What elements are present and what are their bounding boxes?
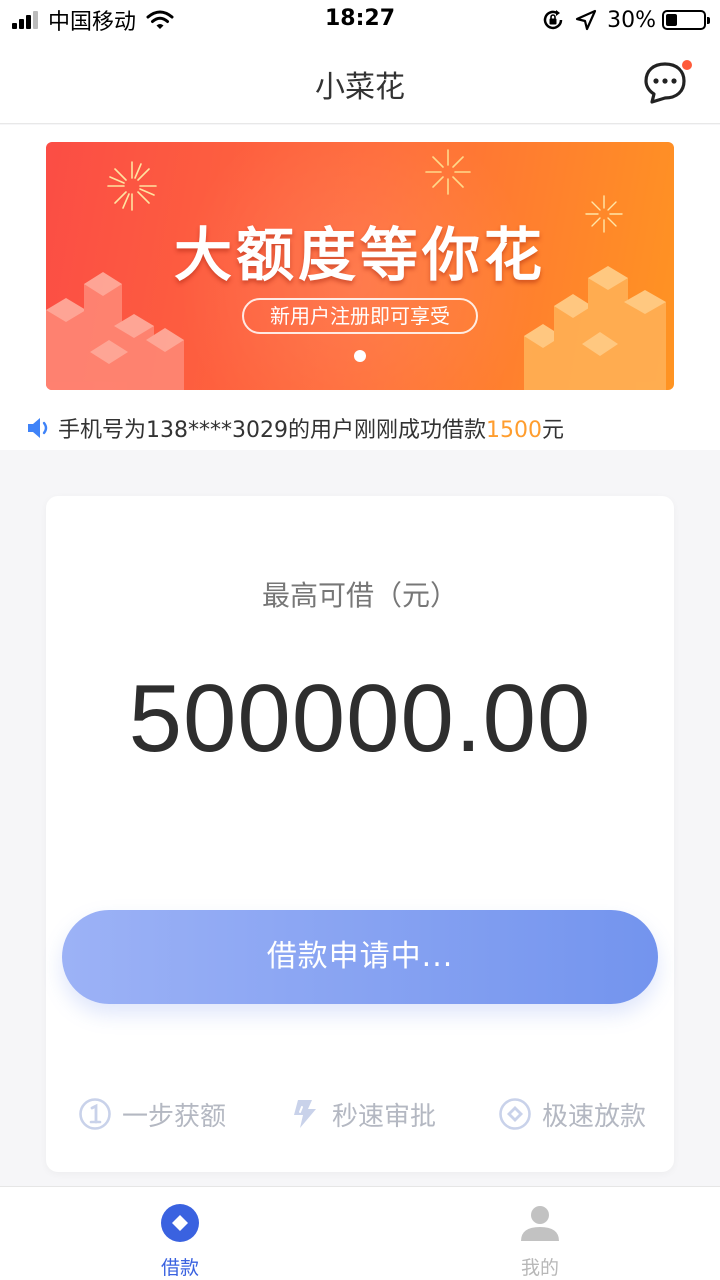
promo-banner[interactable]: 大额度等你花 新用户注册即可享受 xyxy=(46,142,674,390)
announcement-text: 手机号为138****3029的用户刚刚成功借款1500元 xyxy=(58,412,564,444)
feature-list: 一步获额 秒速审批 极速放款 xyxy=(46,1094,674,1134)
carousel-indicator xyxy=(354,350,366,362)
message-button[interactable] xyxy=(642,58,694,106)
feature-label: 极速放款 xyxy=(542,1101,647,1132)
tab-profile[interactable]: 我的 xyxy=(450,1187,630,1280)
feature-item: 秒速审批 xyxy=(288,1094,436,1134)
banner-section: 大额度等你花 新用户注册即可享受 xyxy=(0,125,720,410)
max-loan-label: 最高可借（元） xyxy=(261,579,458,612)
battery-fill xyxy=(666,14,677,26)
tab-label: 借款 xyxy=(160,1257,199,1279)
banner-subtitle: 新用户注册即可享受 xyxy=(242,298,478,334)
announcement-prefix: 手机号为138****3029的用户刚刚成功借款 xyxy=(58,418,486,443)
banner-title: 大额度等你花 xyxy=(173,221,546,289)
max-loan-amount: 500000.00 xyxy=(128,665,592,772)
speaker-icon xyxy=(28,418,48,438)
announcement-suffix: 元 xyxy=(541,418,564,443)
step-one-icon xyxy=(79,1098,111,1130)
firework-icon xyxy=(107,161,157,211)
feature-label: 秒速审批 xyxy=(332,1101,437,1132)
apply-loan-button[interactable]: 借款申请中... xyxy=(62,910,658,1004)
battery-icon xyxy=(662,10,710,30)
profile-tab-icon xyxy=(521,1206,559,1241)
page-title: 小菜花 xyxy=(315,70,405,105)
loan-card: 最高可借（元） 500000.00 借款申请中... 一步获额 秒速审批 极速放… xyxy=(46,496,674,1172)
orientation-lock-icon xyxy=(543,10,563,30)
unread-badge xyxy=(680,58,694,72)
tab-loan[interactable]: 借款 xyxy=(90,1187,270,1280)
status-right: 30% xyxy=(541,6,710,34)
feature-item: 极速放款 xyxy=(498,1094,646,1134)
lightning-icon xyxy=(294,1100,316,1128)
status-bar: 中国移动 18:27 30% xyxy=(0,0,720,40)
announcement-amount: 1500 xyxy=(485,418,542,443)
feature-label: 一步获额 xyxy=(122,1101,227,1132)
location-arrow-icon xyxy=(575,9,597,31)
feature-item: 一步获额 xyxy=(78,1094,226,1134)
tab-bar: 借款 我的 xyxy=(0,1186,720,1280)
loan-tab-icon xyxy=(161,1204,199,1242)
diamond-coin-icon xyxy=(499,1098,531,1130)
battery-percent: 30% xyxy=(607,7,656,33)
nav-bar: 小菜花 xyxy=(0,40,720,124)
tab-label: 我的 xyxy=(520,1257,559,1279)
announcement-bar: 手机号为138****3029的用户刚刚成功借款1500元 xyxy=(0,410,720,450)
firework-icon xyxy=(425,149,471,195)
